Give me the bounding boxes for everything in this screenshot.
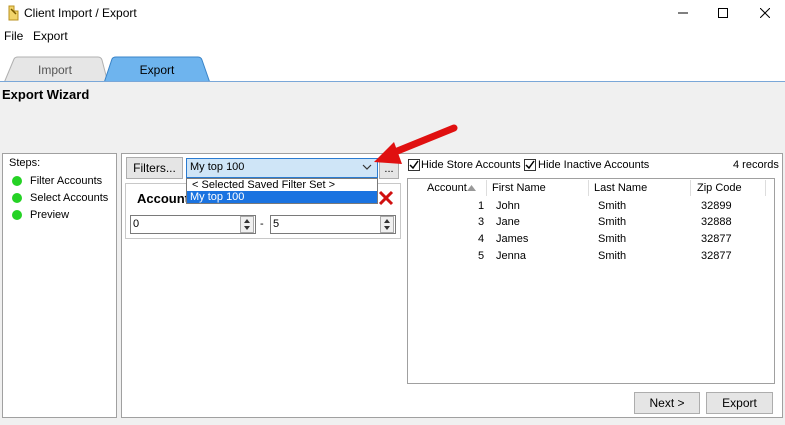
table-cell-account: 1: [478, 200, 485, 212]
filters-button[interactable]: Filters...: [126, 157, 183, 179]
next-button[interactable]: Next >: [634, 392, 700, 414]
maximize-button[interactable]: [700, 0, 746, 26]
checkmark-icon: [525, 160, 535, 170]
range-separator: -: [260, 218, 264, 230]
table-cell-account: 3: [478, 216, 485, 228]
step-status-icon: [12, 210, 22, 220]
column-divider: [690, 180, 691, 196]
steps-heading: Steps:: [9, 157, 41, 169]
table-cell-zip-code: 32888: [701, 216, 732, 228]
page-title: Export Wizard: [2, 87, 90, 102]
filter-set-selected: My top 100: [190, 161, 245, 173]
table-cell-first-name: John: [496, 200, 520, 212]
menu-bar: [0, 27, 785, 47]
table-cell-first-name: Jenna: [496, 250, 526, 262]
menu-export[interactable]: Export: [33, 29, 68, 43]
account-to-input[interactable]: [270, 215, 396, 234]
menu-file[interactable]: File: [4, 29, 23, 43]
hide-inactive-checkbox[interactable]: [524, 159, 536, 171]
app-icon: [8, 5, 19, 21]
close-icon: [760, 8, 770, 18]
step-status-icon: [12, 176, 22, 186]
table-cell-account: 5: [478, 250, 485, 262]
column-divider: [486, 180, 487, 196]
table-cell-last-name: Smith: [598, 250, 627, 262]
dropdown-option[interactable]: < Selected Saved Filter Set >: [188, 179, 376, 191]
step-preview: Preview: [30, 209, 70, 221]
step-status-icon: [12, 193, 22, 203]
minimize-icon: [678, 12, 688, 14]
step-filter-accounts: Filter Accounts: [30, 175, 103, 187]
table-cell-first-name: James: [496, 233, 529, 245]
account-filter-label: Account: [137, 191, 189, 206]
sort-ascending-icon: [467, 185, 476, 191]
delete-icon[interactable]: [378, 190, 394, 206]
table-cell-last-name: Smith: [598, 200, 627, 212]
spinner-icon[interactable]: [380, 216, 394, 233]
table-cell-last-name: Smith: [598, 216, 627, 228]
hide-store-checkbox[interactable]: [408, 159, 420, 171]
table-cell-zip-code: 32877: [701, 250, 732, 262]
column-header-zip-code[interactable]: Zip Code: [697, 182, 742, 194]
account-from-input[interactable]: [130, 215, 256, 234]
column-header-last-name[interactable]: Last Name: [594, 182, 647, 194]
table-cell-zip-code: 32877: [701, 233, 732, 245]
table-cell-account: 4: [478, 233, 485, 245]
spinner-icon[interactable]: [240, 216, 254, 233]
account-from-value: 0: [133, 218, 140, 230]
table-cell-last-name: Smith: [598, 233, 627, 245]
export-button[interactable]: Export: [706, 392, 773, 414]
hide-inactive-label: Hide Inactive Accounts: [538, 159, 650, 171]
column-divider: [765, 180, 766, 196]
tab-export[interactable]: Export: [115, 58, 199, 82]
account-to-value: 5: [273, 218, 280, 230]
tab-import[interactable]: Import: [14, 58, 96, 82]
close-button[interactable]: [742, 0, 785, 26]
record-count: 4 records: [733, 159, 779, 171]
column-divider: [588, 180, 589, 196]
window-title: Client Import / Export: [24, 6, 137, 20]
table-cell-first-name: Jane: [496, 216, 520, 228]
maximize-icon: [718, 8, 728, 18]
column-header-account[interactable]: Account: [427, 182, 467, 194]
hide-store-label: Hide Store Accounts: [421, 159, 521, 171]
column-header-first-name[interactable]: First Name: [492, 182, 546, 194]
table-cell-zip-code: 32899: [701, 200, 732, 212]
step-select-accounts: Select Accounts: [30, 192, 109, 204]
checkmark-icon: [409, 160, 419, 170]
dropdown-option-selected[interactable]: My top 100: [187, 191, 377, 203]
